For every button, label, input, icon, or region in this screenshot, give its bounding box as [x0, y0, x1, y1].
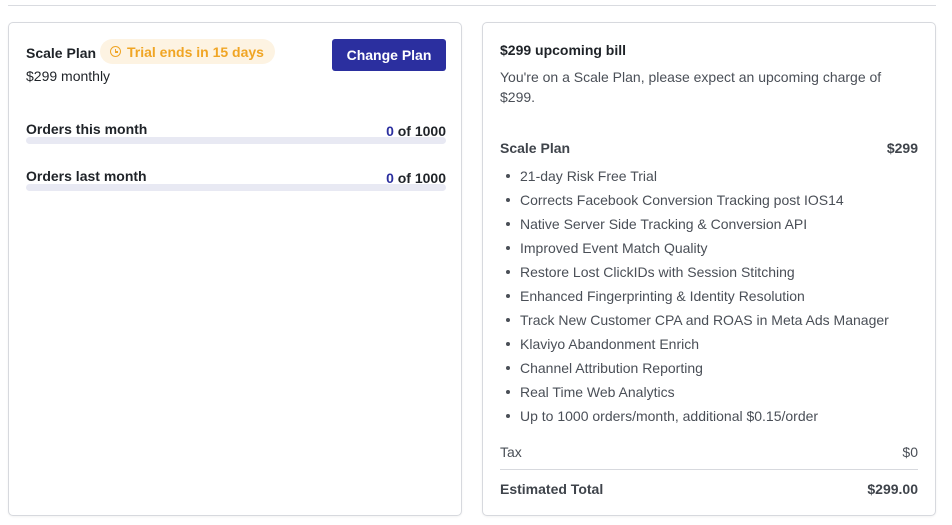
feature-item: Restore Lost ClickIDs with Session Stitc…: [500, 260, 920, 284]
bullet-icon: [506, 414, 510, 418]
plan-usage-card: Scale Plan Trial ends in 15 days $299 mo…: [8, 22, 462, 516]
bullet-icon: [506, 246, 510, 250]
bill-title: $299 upcoming bill: [500, 42, 627, 58]
estimated-total-value: $299.00: [867, 481, 918, 497]
bullet-icon: [506, 342, 510, 346]
feature-item: Klaviyo Abandonment Enrich: [500, 332, 920, 356]
tax-label: Tax: [500, 444, 522, 460]
plan-price: $299 monthly: [26, 68, 111, 84]
feature-item: Corrects Facebook Conversion Tracking po…: [500, 188, 920, 212]
top-divider: [8, 5, 936, 6]
feature-item: Up to 1000 orders/month, additional $0.1…: [500, 404, 920, 428]
trial-badge: Trial ends in 15 days: [100, 39, 275, 64]
usage-label: Orders this month: [26, 121, 148, 137]
summary-plan-price: $299: [886, 140, 918, 156]
feature-item: Native Server Side Tracking & Conversion…: [500, 212, 920, 236]
trial-badge-label: Trial ends in 15 days: [127, 43, 264, 60]
feature-item: Channel Attribution Reporting: [500, 356, 920, 380]
total-divider: [500, 469, 918, 470]
bullet-icon: [506, 390, 510, 394]
bullet-icon: [506, 270, 510, 274]
clock-icon: [110, 46, 121, 57]
feature-item: Improved Event Match Quality: [500, 236, 920, 260]
bill-description: You're on a Scale Plan, please expect an…: [500, 69, 882, 105]
usage-label: Orders last month: [26, 168, 147, 184]
bullet-icon: [506, 366, 510, 370]
feature-item: Real Time Web Analytics: [500, 380, 920, 404]
tax-value: $0: [902, 444, 918, 460]
bullet-icon: [506, 318, 510, 322]
bullet-icon: [506, 174, 510, 178]
usage-progress-bar: [26, 137, 446, 144]
estimated-total-label: Estimated Total: [500, 481, 604, 497]
plan-name: Scale Plan: [26, 45, 97, 61]
summary-plan-label: Scale Plan: [500, 140, 571, 156]
feature-item: 21-day Risk Free Trial: [500, 164, 920, 188]
feature-list: 21-day Risk Free Trial Corrects Facebook…: [500, 164, 920, 428]
bullet-icon: [506, 222, 510, 226]
upcoming-bill-card: $299 upcoming bill You're on a Scale Pla…: [482, 22, 936, 516]
usage-progress-bar: [26, 184, 446, 191]
bullet-icon: [506, 294, 510, 298]
feature-item: Track New Customer CPA and ROAS in Meta …: [500, 308, 920, 332]
feature-item: Enhanced Fingerprinting & Identity Resol…: [500, 284, 920, 308]
bullet-icon: [506, 198, 510, 202]
change-plan-button[interactable]: Change Plan: [332, 39, 446, 71]
